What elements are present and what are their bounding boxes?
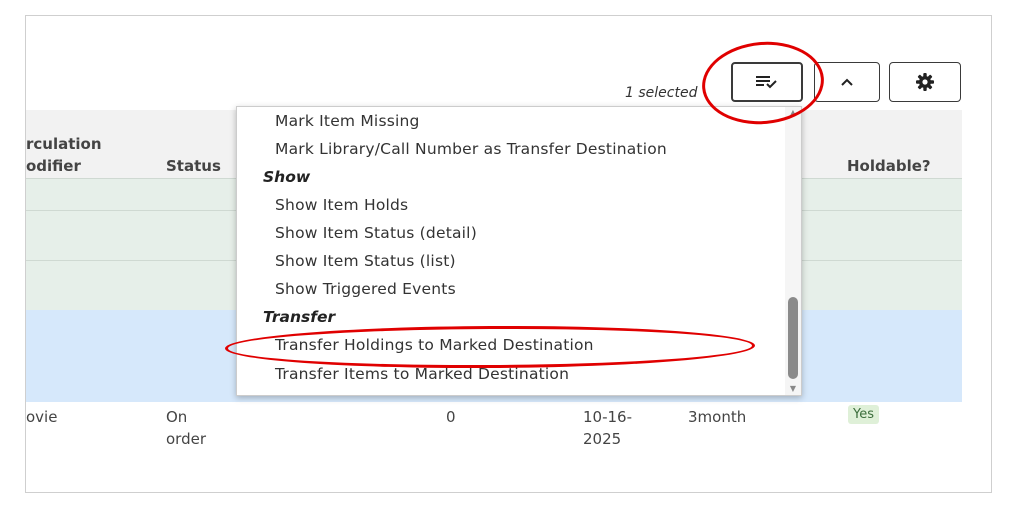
menu-item-show-item-status-detail[interactable]: Show Item Status (detail): [275, 224, 477, 242]
actions-menu-button[interactable]: [731, 62, 803, 102]
menu-group-header-transfer: Transfer: [263, 308, 336, 326]
menu-item-show-item-holds[interactable]: Show Item Holds: [275, 196, 408, 214]
actions-dropdown-menu: Mark Item Missing Mark Library/Call Numb…: [236, 106, 802, 396]
gear-icon: [916, 73, 934, 91]
holdable-badge: Yes: [848, 405, 879, 424]
column-header-holdable[interactable]: Holdable?: [847, 155, 931, 177]
menu-item-transfer-holdings[interactable]: Transfer Holdings to Marked Destination: [275, 336, 594, 354]
menu-item-show-triggered-events[interactable]: Show Triggered Events: [275, 280, 456, 298]
cell-loan-duration: 3month: [688, 408, 747, 426]
menu-item-transfer-items[interactable]: Transfer Items to Marked Destination: [275, 365, 569, 383]
list-check-icon: [756, 76, 777, 89]
menu-scroll-thumb[interactable]: [788, 297, 798, 379]
cell-date: 10-16-2025: [583, 408, 632, 448]
settings-button[interactable]: [889, 62, 961, 102]
collapse-button[interactable]: [814, 62, 880, 102]
column-header-status[interactable]: Status: [166, 155, 221, 177]
cell-status: On order: [166, 408, 206, 448]
scroll-down-arrow-icon[interactable]: ▼: [788, 385, 798, 393]
selection-count: 1 selected: [625, 85, 698, 101]
cell-count: 0: [446, 408, 456, 426]
column-header-circ-modifier[interactable]: rculation odifier: [26, 133, 102, 177]
chevron-up-icon: [841, 78, 853, 86]
menu-item-mark-item-missing[interactable]: Mark Item Missing: [275, 112, 420, 130]
cell-circ-modifier: ovie: [26, 408, 58, 426]
menu-item-mark-transfer-destination[interactable]: Mark Library/Call Number as Transfer Des…: [275, 140, 667, 158]
scroll-up-arrow-icon[interactable]: ▲: [788, 109, 798, 117]
menu-item-show-item-status-list[interactable]: Show Item Status (list): [275, 252, 456, 270]
menu-group-header-show: Show: [263, 168, 311, 186]
menu-scrollbar[interactable]: ▲ ▼: [785, 107, 801, 395]
